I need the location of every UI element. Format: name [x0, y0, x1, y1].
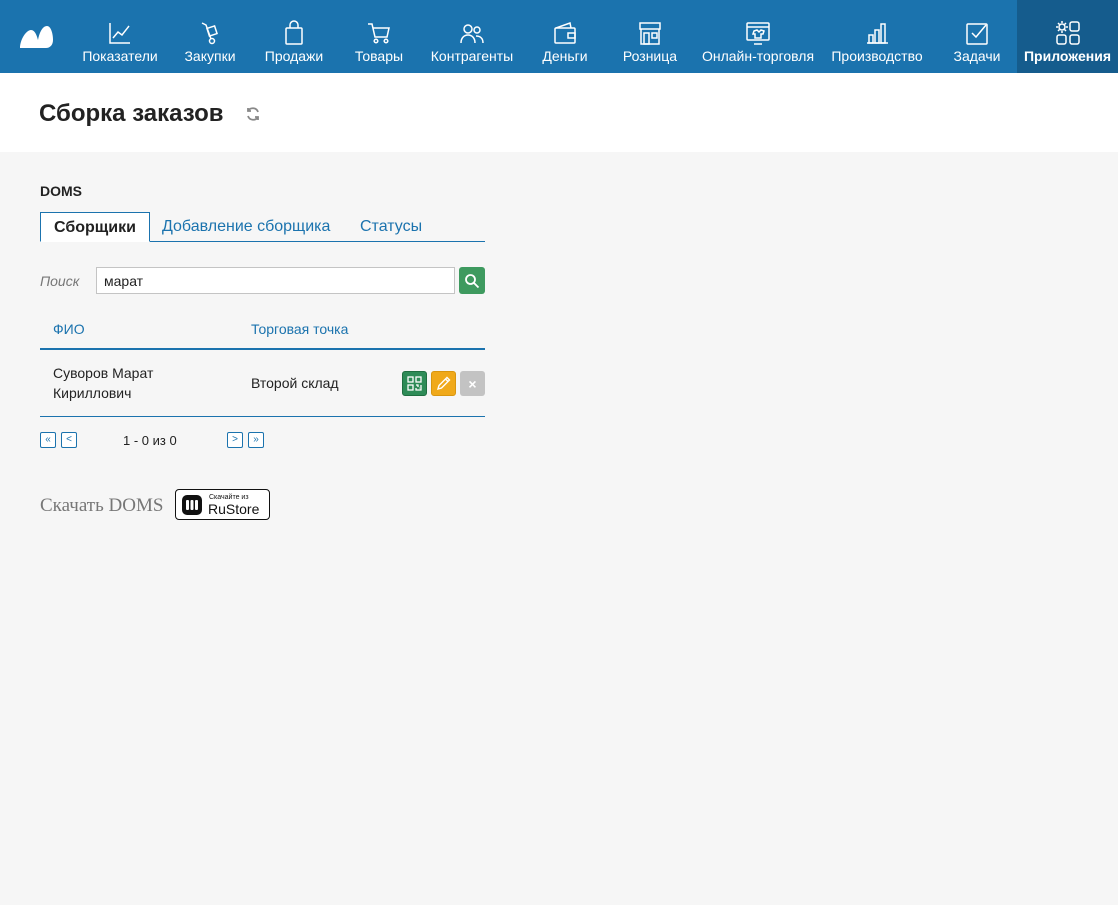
- page-title: Сборка заказов: [39, 100, 224, 127]
- nav-item-label: Закупки: [184, 48, 236, 64]
- apps-gear-icon: [1055, 21, 1080, 45]
- search-label: Поиск: [40, 273, 80, 289]
- nav-item-money[interactable]: Деньги: [538, 0, 592, 73]
- table-header-divider: [40, 348, 485, 350]
- rustore-badge-link[interactable]: Скачайте из RuStore: [175, 489, 270, 520]
- shopping-bag-icon: [285, 20, 303, 45]
- tab-statuses[interactable]: Статусы: [360, 212, 422, 242]
- download-label: Скачать DOMS: [40, 495, 164, 516]
- table-bottom-divider: [40, 416, 485, 417]
- section-label: DOMS: [40, 183, 82, 199]
- wallet-icon: [554, 22, 576, 44]
- nav-item-applications[interactable]: Приложения: [1017, 0, 1118, 73]
- nav-item-production[interactable]: Производство: [830, 0, 924, 73]
- nav-item-label: Контрагенты: [430, 48, 514, 64]
- picker-point: Второй склад: [251, 375, 339, 391]
- column-header-point[interactable]: Торговая точка: [251, 321, 348, 337]
- nav-item-tasks[interactable]: Задачи: [948, 0, 1006, 73]
- hand-truck-icon: [201, 22, 218, 45]
- pagination-info: 1 - 0 из 0: [123, 433, 177, 448]
- title-bar: Сборка заказов: [0, 73, 1118, 152]
- search-icon: [465, 273, 480, 288]
- nav-item-label: Приложения: [1023, 48, 1112, 64]
- search-input[interactable]: [96, 267, 455, 294]
- moysklad-logo-icon[interactable]: [18, 22, 54, 50]
- users-icon: [460, 24, 484, 44]
- nav-item-label: Производство: [831, 48, 923, 64]
- nav-item-indicators[interactable]: Показатели: [78, 0, 162, 73]
- cart-icon: [368, 23, 390, 44]
- nav-item-label: Задачи: [953, 48, 1001, 64]
- nav-item-label: Продажи: [264, 48, 324, 64]
- top-navigation: Показатели Закупки Продажи Товары Контра…: [0, 0, 1118, 73]
- rustore-badge-caption: Скачайте из: [209, 494, 249, 501]
- tab-pickers[interactable]: Сборщики: [40, 212, 150, 242]
- nav-item-label: Деньги: [542, 48, 588, 64]
- tabs: Сборщики Добавление сборщика Статусы: [40, 212, 485, 242]
- rustore-logo-icon: [182, 495, 202, 515]
- column-header-name[interactable]: ФИО: [53, 321, 85, 337]
- nav-item-purchases[interactable]: Закупки: [178, 0, 242, 73]
- pagination-first-button[interactable]: «: [40, 432, 56, 448]
- qr-code-button[interactable]: [402, 371, 427, 396]
- tab-add-picker[interactable]: Добавление сборщика: [162, 212, 330, 242]
- pagination-last-button[interactable]: »: [248, 432, 264, 448]
- pagination-prev-button[interactable]: <: [61, 432, 77, 448]
- nav-item-label: Онлайн-торговля: [701, 48, 815, 64]
- checkbox-icon: [966, 23, 988, 45]
- nav-item-online-trade[interactable]: Онлайн-торговля: [700, 0, 816, 73]
- storefront-icon: [639, 22, 661, 45]
- nav-item-label: Товары: [354, 48, 404, 64]
- nav-item-counterparties[interactable]: Контрагенты: [428, 0, 516, 73]
- online-shop-icon: [746, 22, 770, 45]
- nav-item-goods[interactable]: Товары: [348, 0, 410, 73]
- pencil-icon: [436, 376, 451, 391]
- chart-line-icon: [109, 23, 130, 44]
- qr-code-icon: [407, 376, 422, 391]
- refresh-icon[interactable]: [245, 106, 261, 122]
- edit-button[interactable]: [431, 371, 456, 396]
- nav-item-sales[interactable]: Продажи: [260, 0, 328, 73]
- delete-button[interactable]: ×: [460, 371, 485, 396]
- nav-item-label: Розница: [622, 48, 678, 64]
- search-button[interactable]: [459, 267, 485, 294]
- nav-item-label: Показатели: [82, 48, 158, 64]
- pagination-next-button[interactable]: >: [227, 432, 243, 448]
- picker-name: Суворов Марат Кириллович: [53, 365, 154, 401]
- factory-icon: [867, 23, 888, 44]
- nav-item-retail[interactable]: Розница: [618, 0, 682, 73]
- rustore-badge-title: RuStore: [208, 501, 260, 517]
